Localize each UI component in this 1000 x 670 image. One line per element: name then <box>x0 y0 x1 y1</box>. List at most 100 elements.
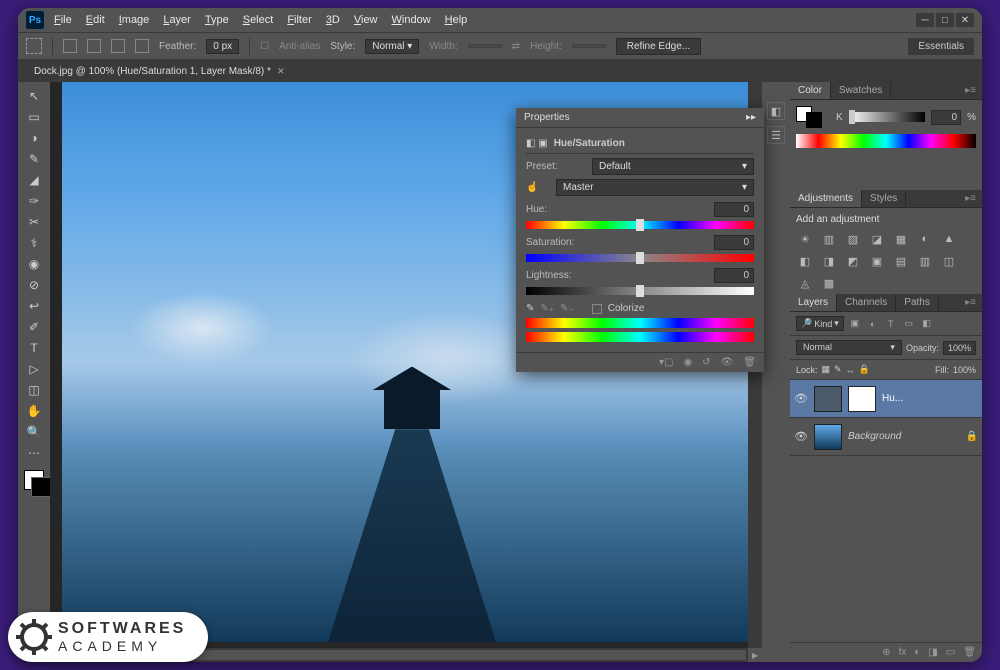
filter-pixel-icon[interactable]: ▣ <box>848 317 862 331</box>
background-swatch[interactable] <box>806 112 822 128</box>
zoom-tool[interactable]: 🔍 <box>23 422 45 442</box>
workspace-essentials-button[interactable]: Essentials <box>908 38 974 55</box>
layer-item-background[interactable]: 👁 Background 🔒 <box>790 418 982 456</box>
marquee-tool[interactable]: ▭ <box>23 107 45 127</box>
layer-mask-thumb[interactable] <box>848 386 876 412</box>
wand-tool[interactable]: ✎ <box>23 149 45 169</box>
maximize-button[interactable]: □ <box>936 13 954 27</box>
adj-brightness-icon[interactable]: ☀ <box>796 231 814 247</box>
filter-adjust-icon[interactable]: ◐ <box>866 317 880 331</box>
filter-smart-icon[interactable]: ◧ <box>920 317 934 331</box>
reset-icon[interactable]: ↺ <box>702 357 710 368</box>
history-brush-tool[interactable]: ⊘ <box>23 275 45 295</box>
lock-all-icon[interactable]: 🔒 <box>859 364 870 375</box>
layer-item-hue-saturation[interactable]: 👁 Hu... <box>790 380 982 418</box>
scroll-right-icon[interactable]: ▶ <box>748 648 762 662</box>
lock-position-icon[interactable]: ↔ <box>846 365 855 375</box>
antialias-checkbox[interactable]: ☐ <box>260 41 269 52</box>
k-slider[interactable] <box>849 112 925 122</box>
marquee-tool-icon[interactable] <box>26 38 42 54</box>
trash-icon[interactable]: 🗑 <box>743 357 756 368</box>
adj-hue-icon[interactable]: ◐ <box>916 231 934 247</box>
foreground-background-swatch[interactable] <box>24 470 44 490</box>
fx-icon[interactable]: fx <box>899 647 907 658</box>
selection-add-icon[interactable] <box>87 39 101 53</box>
feather-input[interactable]: 0 px <box>206 39 239 54</box>
adj-photo-icon[interactable]: ◨ <box>820 253 838 269</box>
crop-tool[interactable]: ◢ <box>23 170 45 190</box>
layer-name[interactable]: Hu... <box>882 393 978 404</box>
tab-paths[interactable]: Paths <box>896 294 939 311</box>
hue-slider[interactable] <box>526 221 754 229</box>
adjustment-layer-icon[interactable]: ◨ <box>928 647 937 658</box>
fill-input[interactable]: 100% <box>953 365 976 375</box>
color-ramp[interactable] <box>796 134 976 148</box>
stamp-tool[interactable]: ◉ <box>23 254 45 274</box>
lightness-slider[interactable] <box>526 287 754 295</box>
path-tool[interactable]: ▷ <box>23 359 45 379</box>
layer-kind-dropdown[interactable]: 🔎 Kind ▾ <box>796 316 844 331</box>
adj-lookup-icon[interactable]: ▣ <box>868 253 886 269</box>
shape-tool[interactable]: ◫ <box>23 380 45 400</box>
adj-bw-icon[interactable]: ◧ <box>796 253 814 269</box>
type-tool[interactable]: T <box>23 338 45 358</box>
tab-swatches[interactable]: Swatches <box>831 82 891 99</box>
minimize-button[interactable]: ─ <box>916 13 934 27</box>
heal-tool[interactable]: ✂ <box>23 212 45 232</box>
opacity-input[interactable]: 100% <box>943 341 976 355</box>
menu-help[interactable]: Help <box>445 14 468 26</box>
clip-icon[interactable]: ▾▢ <box>659 357 673 368</box>
eyedropper-icon[interactable]: ✎ <box>526 303 534 314</box>
selection-intersect-icon[interactable] <box>135 39 149 53</box>
lasso-tool[interactable]: ◑ <box>23 128 45 148</box>
collapse-icon[interactable]: ▸▸ <box>746 112 756 123</box>
panel-menu-icon[interactable]: ▸≡ <box>959 190 982 207</box>
prev-state-icon[interactable]: ◉ <box>683 357 692 368</box>
adj-threshold-icon[interactable]: ◫ <box>940 253 958 269</box>
filter-type-icon[interactable]: T <box>884 317 898 331</box>
adj-mixer-icon[interactable]: ◩ <box>844 253 862 269</box>
selection-subtract-icon[interactable] <box>111 39 125 53</box>
close-tab-icon[interactable]: ✕ <box>277 66 285 77</box>
layer-name[interactable]: Background <box>848 431 960 442</box>
filter-shape-icon[interactable]: ▭ <box>902 317 916 331</box>
visibility-icon[interactable]: 👁 <box>794 392 808 405</box>
tab-adjustments[interactable]: Adjustments <box>790 190 862 207</box>
adj-colorbal-icon[interactable]: ▲ <box>940 231 958 247</box>
adj-curves-icon[interactable]: ▨ <box>844 231 862 247</box>
finger-icon[interactable]: ☝ <box>526 182 550 193</box>
menu-layer[interactable]: Layer <box>163 14 191 26</box>
refine-edge-button[interactable]: Refine Edge... <box>616 38 701 55</box>
saturation-slider[interactable] <box>526 254 754 262</box>
adj-posterize-icon[interactable]: ▥ <box>916 253 934 269</box>
document-tab[interactable]: Dock.jpg @ 100% (Hue/Saturation 1, Layer… <box>26 63 292 80</box>
brush-tool[interactable]: ⚕ <box>23 233 45 253</box>
more-tools[interactable]: ⋯ <box>23 443 45 463</box>
menu-select[interactable]: Select <box>243 14 274 26</box>
adj-gradmap-icon[interactable]: ◬ <box>796 275 814 291</box>
selection-new-icon[interactable] <box>63 39 77 53</box>
adj-selcolor-icon[interactable]: ▩ <box>820 275 838 291</box>
eyedropper-plus-icon[interactable]: ✎₊ <box>540 303 554 314</box>
tab-layers[interactable]: Layers <box>790 294 837 311</box>
channel-dropdown[interactable]: Master▾ <box>556 179 754 196</box>
link-layers-icon[interactable]: ⊕ <box>882 647 890 658</box>
tab-color[interactable]: Color <box>790 82 831 99</box>
menu-3d[interactable]: 3D <box>326 14 340 26</box>
menu-type[interactable]: Type <box>205 14 229 26</box>
style-dropdown[interactable]: Normal ▾ <box>365 39 419 54</box>
lock-pixels-icon[interactable]: ✎ <box>834 364 842 375</box>
panel-menu-icon[interactable]: ▸≡ <box>959 82 982 99</box>
saturation-value[interactable]: 0 <box>714 235 754 250</box>
close-button[interactable]: ✕ <box>956 13 974 27</box>
adj-invert-icon[interactable]: ▤ <box>892 253 910 269</box>
adj-vibrance-icon[interactable]: ▦ <box>892 231 910 247</box>
delete-layer-icon[interactable]: 🗑 <box>963 647 976 658</box>
colorize-checkbox[interactable] <box>592 304 602 314</box>
blend-mode-dropdown[interactable]: Normal▾ <box>796 340 902 355</box>
tab-channels[interactable]: Channels <box>837 294 896 311</box>
menu-filter[interactable]: Filter <box>287 14 311 26</box>
properties-tab[interactable]: Properties <box>524 112 570 123</box>
info-panel-icon[interactable]: ☰ <box>767 126 785 144</box>
visibility-icon[interactable]: 👁 <box>794 430 808 443</box>
